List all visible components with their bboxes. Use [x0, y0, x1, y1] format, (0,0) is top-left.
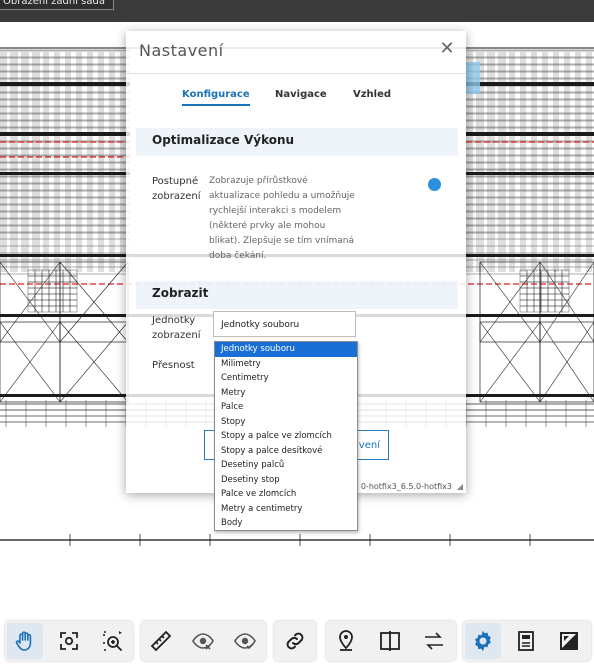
- fullscreen-icon[interactable]: [551, 623, 587, 659]
- location-pin-icon[interactable]: [328, 623, 364, 659]
- section-title: Optimalizace Výkonu: [152, 133, 295, 147]
- zoom-window-icon[interactable]: [95, 623, 131, 659]
- dropdown-option[interactable]: Desetiny stop: [215, 473, 357, 488]
- dropdown-option[interactable]: Metry: [215, 386, 357, 401]
- swap-arrows-icon[interactable]: [416, 623, 452, 659]
- resize-handle-icon[interactable]: ◢: [457, 482, 463, 491]
- section-display: Zobrazit: [136, 281, 458, 309]
- tab-navigace[interactable]: Navigace: [275, 89, 327, 104]
- navigation-tools-group: [5, 621, 133, 661]
- properties-panel-icon[interactable]: [508, 623, 544, 659]
- link-chain-icon[interactable]: [277, 623, 313, 659]
- top-bar: Obrazení zadní sada: [0, 0, 594, 22]
- view-tools-group: [326, 621, 456, 661]
- back-view-button[interactable]: Obrazení zadní sada: [0, 0, 114, 10]
- dropdown-option[interactable]: Stopy a palce desítkové: [215, 444, 357, 459]
- measure-visibility-group: [141, 621, 266, 661]
- progressive-display-label: Postupné zobrazení: [152, 176, 201, 202]
- dropdown-option[interactable]: Stopy a palce ve zlomcích: [215, 429, 357, 444]
- dialog-header: Nastavení ✕: [126, 31, 466, 74]
- dropdown-option[interactable]: Milimetry: [215, 357, 357, 372]
- link-group: [274, 621, 316, 661]
- dropdown-option[interactable]: Palce ve zlomcích: [215, 487, 357, 502]
- units-dropdown-list: Jednotky souboru Milimetry Centimetry Me…: [214, 341, 358, 531]
- split-compare-icon[interactable]: [372, 623, 408, 659]
- tab-vzhled[interactable]: Vzhled: [353, 89, 391, 104]
- bottom-toolbar: [0, 617, 594, 665]
- measure-ruler-icon[interactable]: [143, 623, 179, 659]
- progressive-display-description: Zobrazuje přírůstkové aktualizace pohled…: [209, 176, 355, 261]
- hide-eye-icon[interactable]: [185, 623, 221, 659]
- dropdown-option[interactable]: Metry a centimetry: [215, 502, 357, 517]
- precision-label: Přesnost: [152, 360, 195, 371]
- dropdown-option[interactable]: Palce: [215, 400, 357, 415]
- settings-gear-icon[interactable]: [465, 623, 501, 659]
- dropdown-option[interactable]: Stopy: [215, 415, 357, 430]
- dialog-title: Nastavení: [139, 41, 224, 60]
- section-performance: Optimalizace Výkonu: [136, 128, 458, 156]
- dropdown-option[interactable]: Desetiny palců: [215, 458, 357, 473]
- display-units-select[interactable]: Jednotky souboru: [213, 311, 356, 337]
- settings-tabs: Konfigurace Navigace Vzhled: [126, 89, 466, 109]
- show-eye-icon[interactable]: [227, 623, 263, 659]
- pan-hand-icon[interactable]: [7, 623, 43, 659]
- fit-to-view-icon[interactable]: [51, 623, 87, 659]
- close-icon[interactable]: ✕: [438, 40, 456, 58]
- settings-group: [463, 621, 591, 661]
- tab-konfigurace[interactable]: Konfigurace: [182, 89, 250, 106]
- version-label: 0-hotfix3_6.5.0-hotfix3: [360, 482, 452, 491]
- dropdown-option[interactable]: Jednotky souboru: [215, 342, 357, 357]
- dropdown-option[interactable]: Centimetry: [215, 371, 357, 386]
- dropdown-option[interactable]: Body: [215, 516, 357, 531]
- display-units-label: Jednotky zobrazení: [152, 315, 201, 341]
- progressive-display-toggle[interactable]: [428, 178, 441, 191]
- section-title: Zobrazit: [152, 286, 209, 300]
